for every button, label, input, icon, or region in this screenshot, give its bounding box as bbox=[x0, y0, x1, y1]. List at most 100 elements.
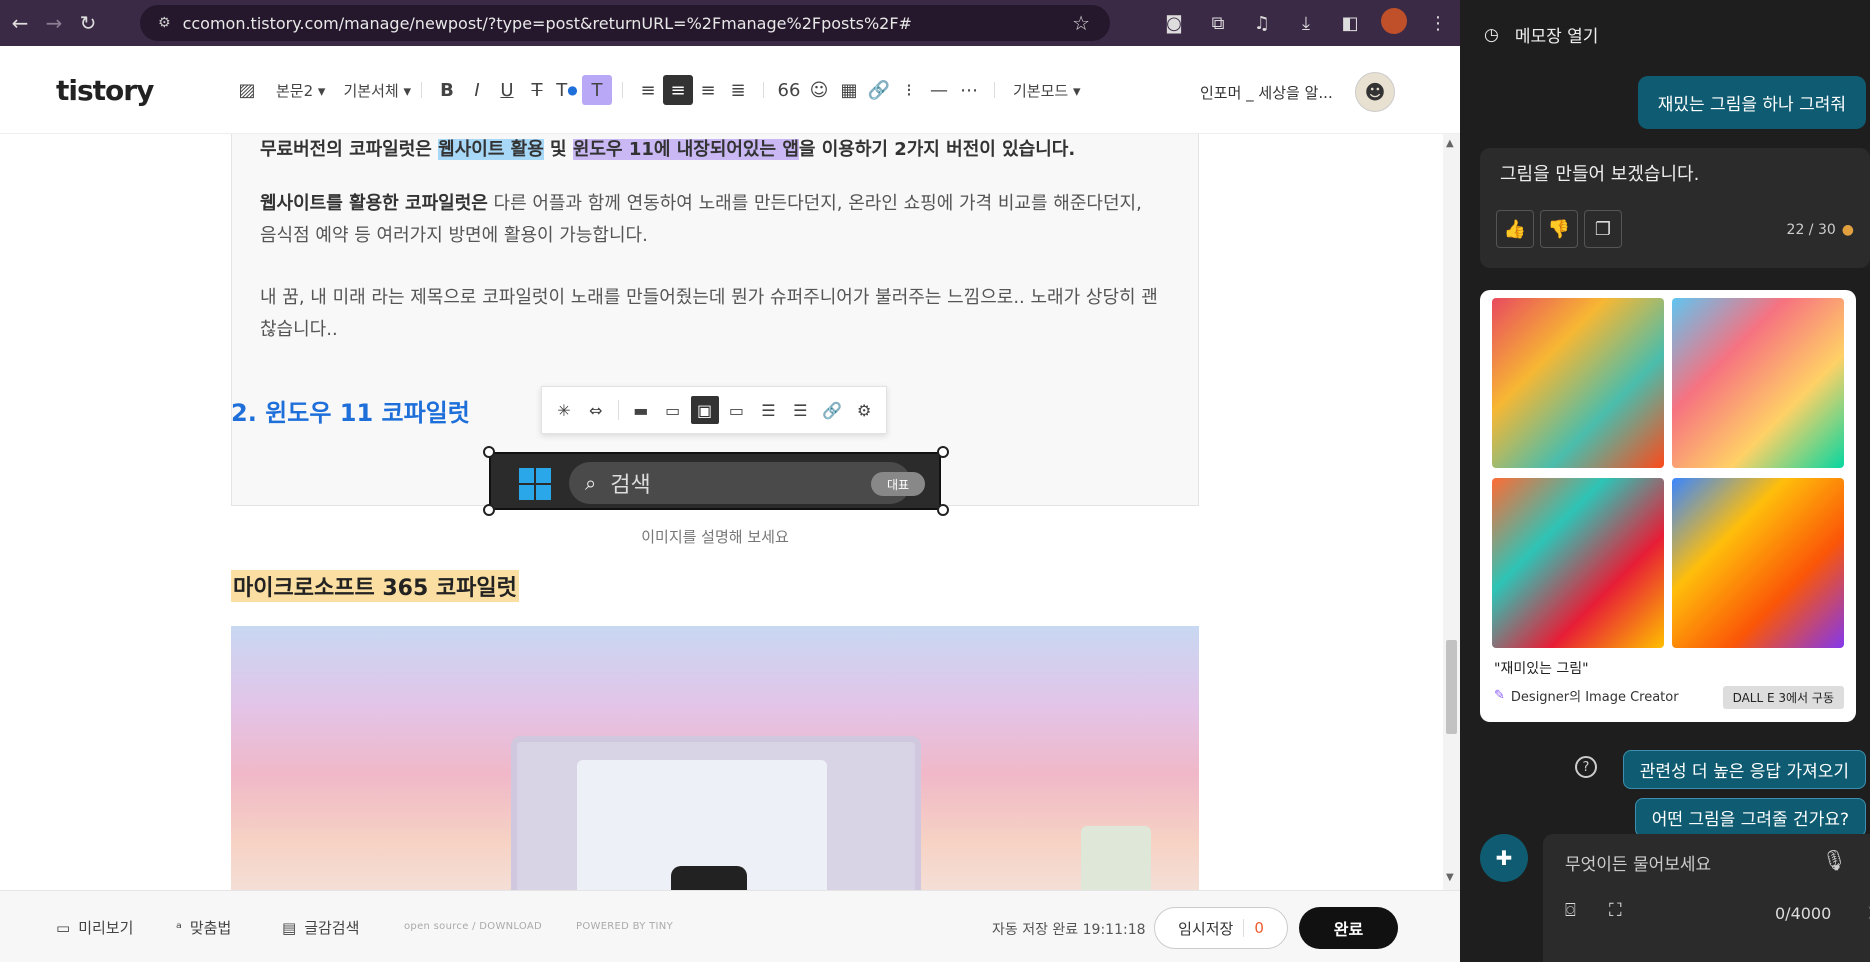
temp-save-count: 0 bbox=[1243, 919, 1264, 937]
extensions-icon[interactable]: ⧉ bbox=[1196, 13, 1240, 34]
para1-text-c: 을 이용하기 2가지 버전이 있습니다. bbox=[798, 139, 1076, 160]
media-icon[interactable]: ♫ bbox=[1240, 13, 1284, 34]
para1-text-b: 및 bbox=[543, 139, 573, 160]
taskbar-badge: 대표 bbox=[871, 472, 925, 496]
strikethrough-button[interactable]: T bbox=[522, 75, 552, 105]
paragraph-style-select[interactable]: 본문2 ▾ bbox=[276, 80, 325, 101]
image-link-icon[interactable]: 🔗 bbox=[818, 396, 846, 424]
generated-images-card[interactable]: "재미있는 그림" ✎ Designer의 Image Creator DALL… bbox=[1480, 290, 1856, 722]
align-right-icon[interactable]: ≡ bbox=[693, 75, 723, 105]
float-left-icon[interactable]: ☰ bbox=[754, 396, 782, 424]
image-source[interactable]: ✎ Designer의 Image Creator bbox=[1494, 686, 1679, 705]
send-icon[interactable]: ➤ bbox=[1866, 900, 1870, 924]
italic-button[interactable]: I bbox=[462, 75, 492, 105]
bold-button[interactable]: B bbox=[432, 75, 462, 105]
font-select[interactable]: 기본서체 ▾ bbox=[343, 80, 411, 101]
open-source-link[interactable]: open source / DOWNLOAD bbox=[404, 921, 542, 932]
chat-input[interactable]: 무엇이든 물어보세요 🎙 ⌼ ⛶ 0/4000 ➤ bbox=[1543, 834, 1870, 962]
forward-icon[interactable]: → bbox=[40, 9, 68, 37]
text-color-button[interactable]: T ● bbox=[552, 75, 582, 105]
video-play-icon[interactable] bbox=[671, 866, 747, 890]
site-info-icon[interactable]: ⚙ bbox=[158, 15, 171, 31]
layout-center-icon[interactable]: ▣ bbox=[690, 396, 719, 424]
resize-handle[interactable] bbox=[937, 446, 949, 458]
taskbar-screenshot-image[interactable]: ⌕ 검색 대표 bbox=[489, 452, 941, 510]
m365-hero-image[interactable] bbox=[231, 626, 1199, 890]
new-topic-button[interactable]: ✚ bbox=[1480, 834, 1528, 882]
image-settings-icon[interactable]: ⚙ bbox=[850, 396, 878, 424]
copy-icon[interactable]: ❐ bbox=[1584, 210, 1622, 248]
table-icon[interactable]: ▦ bbox=[834, 75, 864, 105]
image-upload-icon[interactable]: ⛶ bbox=[1609, 900, 1622, 921]
align-center-icon[interactable]: ≡ bbox=[662, 75, 693, 105]
link-icon[interactable]: 🔗 bbox=[864, 75, 894, 105]
search-text-button[interactable]: ▤ 글감검색 bbox=[282, 917, 359, 938]
publish-button[interactable]: 완료 bbox=[1299, 907, 1398, 949]
editor-mode-select[interactable]: 기본모드 ▾ bbox=[1013, 80, 1081, 101]
align-left-icon[interactable]: ≡ bbox=[633, 75, 663, 105]
history-icon: ◷ bbox=[1484, 24, 1499, 45]
sidepanel-icon[interactable]: ◧ bbox=[1328, 13, 1372, 34]
suggestion-chip-1[interactable]: 관련성 더 높은 응답 가져오기 bbox=[1622, 750, 1866, 789]
back-icon[interactable]: ← bbox=[6, 9, 34, 37]
chat-input-placeholder: 무엇이든 물어보세요 bbox=[1565, 855, 1712, 875]
generated-image-3[interactable] bbox=[1492, 478, 1664, 648]
bookmark-star-icon[interactable]: ☆ bbox=[1072, 11, 1090, 35]
editor-content[interactable]: 무료버전의 코파일럿은 웹사이트 활용 및 윈도우 11에 내장되어있는 앱을 … bbox=[0, 134, 1460, 890]
pencil-cup-illustration bbox=[1081, 826, 1151, 890]
resize-handle[interactable] bbox=[483, 504, 495, 516]
reload-icon[interactable]: ↻ bbox=[74, 9, 102, 37]
preview-button[interactable]: ▭ 미리보기 bbox=[56, 917, 133, 938]
copilot-message-text: 그림을 만들어 보겠습니다. bbox=[1500, 164, 1700, 185]
temp-save-button[interactable]: 임시저장 0 bbox=[1154, 907, 1288, 949]
scroll-up-icon[interactable]: ▲ bbox=[1446, 138, 1454, 149]
image-insert-icon[interactable]: ▨ bbox=[232, 75, 262, 105]
thumbs-down-icon[interactable]: 👎 bbox=[1540, 210, 1578, 248]
divider-icon[interactable]: — bbox=[924, 75, 954, 105]
generated-image-1[interactable] bbox=[1492, 298, 1664, 468]
float-right-icon[interactable]: ☰ bbox=[786, 396, 814, 424]
scroll-thumb[interactable] bbox=[1446, 640, 1457, 734]
thumbs-up-icon[interactable]: 👍 bbox=[1496, 210, 1534, 248]
generated-image-4[interactable] bbox=[1672, 478, 1844, 648]
emoji-icon[interactable]: ☺ bbox=[804, 75, 834, 105]
resize-handle[interactable] bbox=[937, 504, 949, 516]
screenshot-icon[interactable]: ⌼ bbox=[1565, 900, 1576, 921]
quote-icon[interactable]: 66 bbox=[774, 75, 804, 105]
browser-toolbar: ← → ↻ ⚙ ccomon.tistory.com/manage/newpos… bbox=[0, 0, 1460, 46]
camera-icon[interactable]: ◙ bbox=[1152, 13, 1196, 34]
image-effect-icon[interactable]: ✳ bbox=[550, 396, 578, 424]
tistory-logo[interactable]: tistory bbox=[56, 74, 154, 107]
image-caption-input[interactable]: 이미지를 설명해 보세요 bbox=[0, 526, 1430, 547]
spellcheck-icon: ᵃ bbox=[176, 918, 182, 937]
blog-avatar[interactable]: ☻ bbox=[1355, 72, 1395, 112]
layout-right-icon[interactable]: ▭ bbox=[723, 396, 751, 424]
microphone-icon[interactable]: 🎙 bbox=[1822, 848, 1847, 872]
highlight-button[interactable]: T bbox=[581, 75, 612, 105]
menu-icon[interactable]: ⋮ bbox=[1416, 13, 1460, 34]
more-icon[interactable]: ⋯ bbox=[954, 75, 984, 105]
open-notepad-button[interactable]: ◷ 메모장 열기 bbox=[1484, 22, 1598, 48]
editor-bottom-bar: ▭ 미리보기 ᵃ 맞춤법 ▤ 글감검색 open source / DOWNLOAD … bbox=[0, 890, 1460, 962]
layout-left-icon[interactable]: ▭ bbox=[659, 396, 687, 424]
spellcheck-button[interactable]: ᵃ 맞춤법 bbox=[176, 917, 231, 938]
resize-handle[interactable] bbox=[483, 446, 495, 458]
scroll-down-icon[interactable]: ▼ bbox=[1446, 872, 1454, 883]
url-text: ccomon.tistory.com/manage/newpost/?type=… bbox=[182, 13, 912, 33]
help-icon[interactable]: ? bbox=[1575, 756, 1597, 778]
profile-avatar[interactable] bbox=[1381, 7, 1407, 34]
taskbar-search-label: 검색 bbox=[610, 473, 651, 498]
list-icon[interactable]: ⁝ bbox=[894, 75, 924, 105]
underline-button[interactable]: U bbox=[492, 75, 522, 105]
layout-full-icon[interactable]: ▬ bbox=[627, 396, 655, 424]
blog-name[interactable]: 인포머 _ 세상을 알... bbox=[1200, 82, 1333, 103]
download-icon[interactable]: ⤓ bbox=[1284, 13, 1328, 34]
suggestion-chip-2[interactable]: 어떤 그림을 그려줄 건가요? bbox=[1634, 798, 1866, 837]
editor-scrollbar[interactable]: ▲ ▼ bbox=[1443, 134, 1460, 890]
generated-image-2[interactable] bbox=[1672, 298, 1844, 468]
para1-text-a: 무료버전의 코파일럿은 bbox=[260, 139, 439, 160]
align-justify-icon[interactable]: ≣ bbox=[723, 75, 753, 105]
heading-windows-copilot: 2. 윈도우 11 코파일럿 bbox=[231, 399, 470, 427]
address-bar[interactable]: ⚙ ccomon.tistory.com/manage/newpost/?typ… bbox=[140, 5, 1110, 41]
image-resize-icon[interactable]: ⇔ bbox=[582, 396, 610, 424]
